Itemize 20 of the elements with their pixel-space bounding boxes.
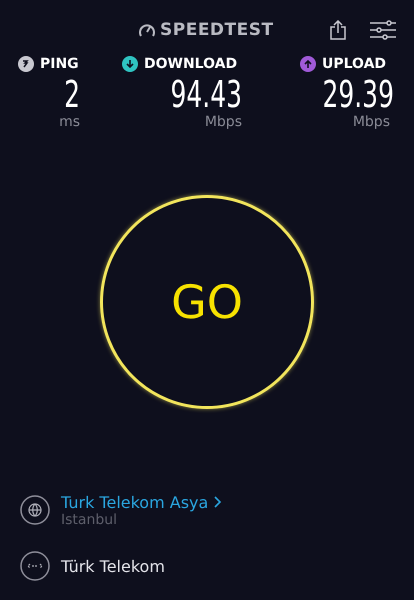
go-button[interactable]: GO	[100, 195, 314, 409]
metric-label: DOWNLOAD	[144, 56, 238, 72]
share-icon[interactable]	[330, 20, 346, 40]
metric-label: PING	[40, 56, 79, 72]
settings-icon[interactable]	[370, 20, 396, 40]
metric-value: 94.43	[170, 73, 242, 116]
metric-label: UPLOAD	[322, 56, 386, 72]
chevron-icon[interactable]	[214, 496, 222, 508]
gauge-icon	[138, 22, 156, 38]
app-logo: SPEEDTEST	[160, 20, 274, 40]
metric-value: 2	[64, 73, 80, 116]
provider-name: Türk Telekom	[61, 556, 165, 576]
connection-icon	[20, 551, 50, 581]
server-location: Istanbul	[61, 512, 118, 528]
server-link[interactable]: Turk Telekom Asya	[61, 492, 208, 512]
metric-unit: ms	[59, 114, 80, 130]
metric-unit: Mbps	[352, 114, 390, 130]
globe-icon	[20, 495, 50, 525]
metric-unit: Mbps	[204, 114, 242, 130]
metric-value: 29.39	[322, 73, 394, 116]
